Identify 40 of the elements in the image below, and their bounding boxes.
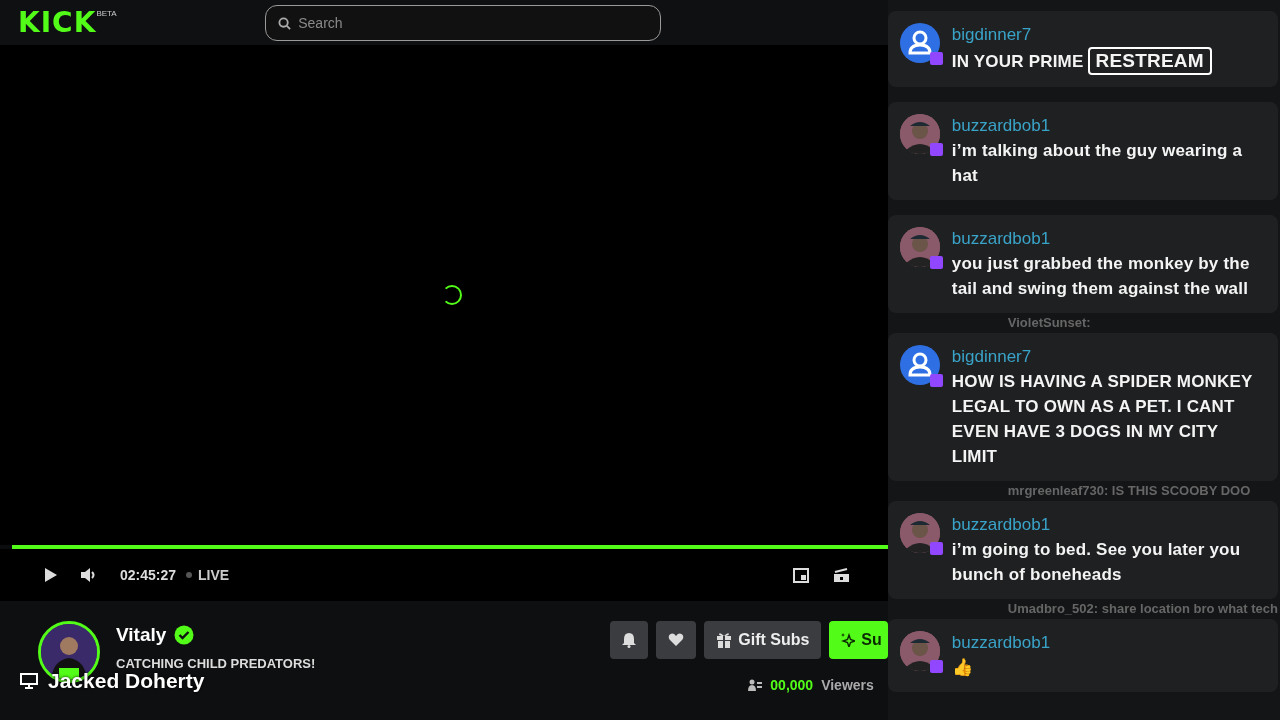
- viewers-label: Viewers: [821, 676, 874, 695]
- live-label: LIVE: [198, 565, 230, 585]
- streamer-caption: Jacked Doherty: [48, 670, 205, 692]
- search-field[interactable]: Search: [265, 4, 662, 41]
- gift-icon: [716, 632, 733, 648]
- gift-subs-button[interactable]: Gift Subs: [704, 621, 822, 659]
- viewers-icon: [748, 679, 763, 692]
- background-chat-line: mrgreenleaf730: IS THIS SCOOBY DOO: [1006, 483, 1252, 499]
- logo[interactable]: KICK: [18, 8, 97, 37]
- beta-tag: BETA: [96, 8, 117, 20]
- chat-username[interactable]: buzzardbob1: [951, 631, 1051, 655]
- restream-tag: RESTREAM: [1087, 47, 1212, 75]
- play-icon[interactable]: [44, 567, 58, 583]
- bell-icon: [622, 632, 637, 648]
- chat-message-text: 👍: [951, 658, 973, 677]
- stream-time: 02:45:27: [120, 565, 177, 585]
- heart-icon: [668, 633, 685, 647]
- live-dot: [186, 572, 193, 578]
- stream-title: CATCHING CHILD PREDATORS!: [116, 655, 316, 671]
- follow-notify-button[interactable]: [610, 621, 649, 659]
- follow-button[interactable]: [656, 621, 697, 659]
- chat-message-text: you just grabbed the monkey by the tail and swing them against the wall: [951, 254, 1250, 298]
- mini-player-icon[interactable]: [792, 567, 809, 583]
- monitor-icon: [20, 673, 38, 689]
- sparkle-icon: [841, 633, 856, 647]
- channel-name[interactable]: Vitaly: [116, 621, 167, 650]
- subscribe-button[interactable]: Su: [829, 621, 888, 659]
- chat-message-text: HOW IS HAVING A SPIDER MONKEY LEGAL TO OWN AS A PET. I CANT EVEN HAVE 3 DOGS IN MY CITY LIMIT: [951, 372, 1253, 466]
- chat-username[interactable]: buzzardbob1: [951, 513, 1264, 537]
- chat-username[interactable]: buzzardbob1: [951, 114, 1264, 138]
- chat-message-text: i’m going to bed. See you later you bunch of boneheads: [951, 540, 1241, 584]
- chat-message-text: IN YOUR PRIME: [951, 52, 1084, 71]
- chat-username[interactable]: buzzardbob1: [951, 227, 1264, 251]
- chat-username[interactable]: bigdinner7: [951, 345, 1264, 369]
- chat-message-text: i’m talking about the guy wearing a hat: [951, 141, 1243, 185]
- chat-username[interactable]: bigdinner7: [951, 23, 1212, 47]
- background-chat-line: VioletSunset:: [1006, 315, 1092, 331]
- viewer-count: 00,000: [770, 676, 814, 695]
- background-chat-line: Umadbro_502: share location bro what tech: [1006, 601, 1278, 617]
- theater-icon[interactable]: [832, 567, 850, 583]
